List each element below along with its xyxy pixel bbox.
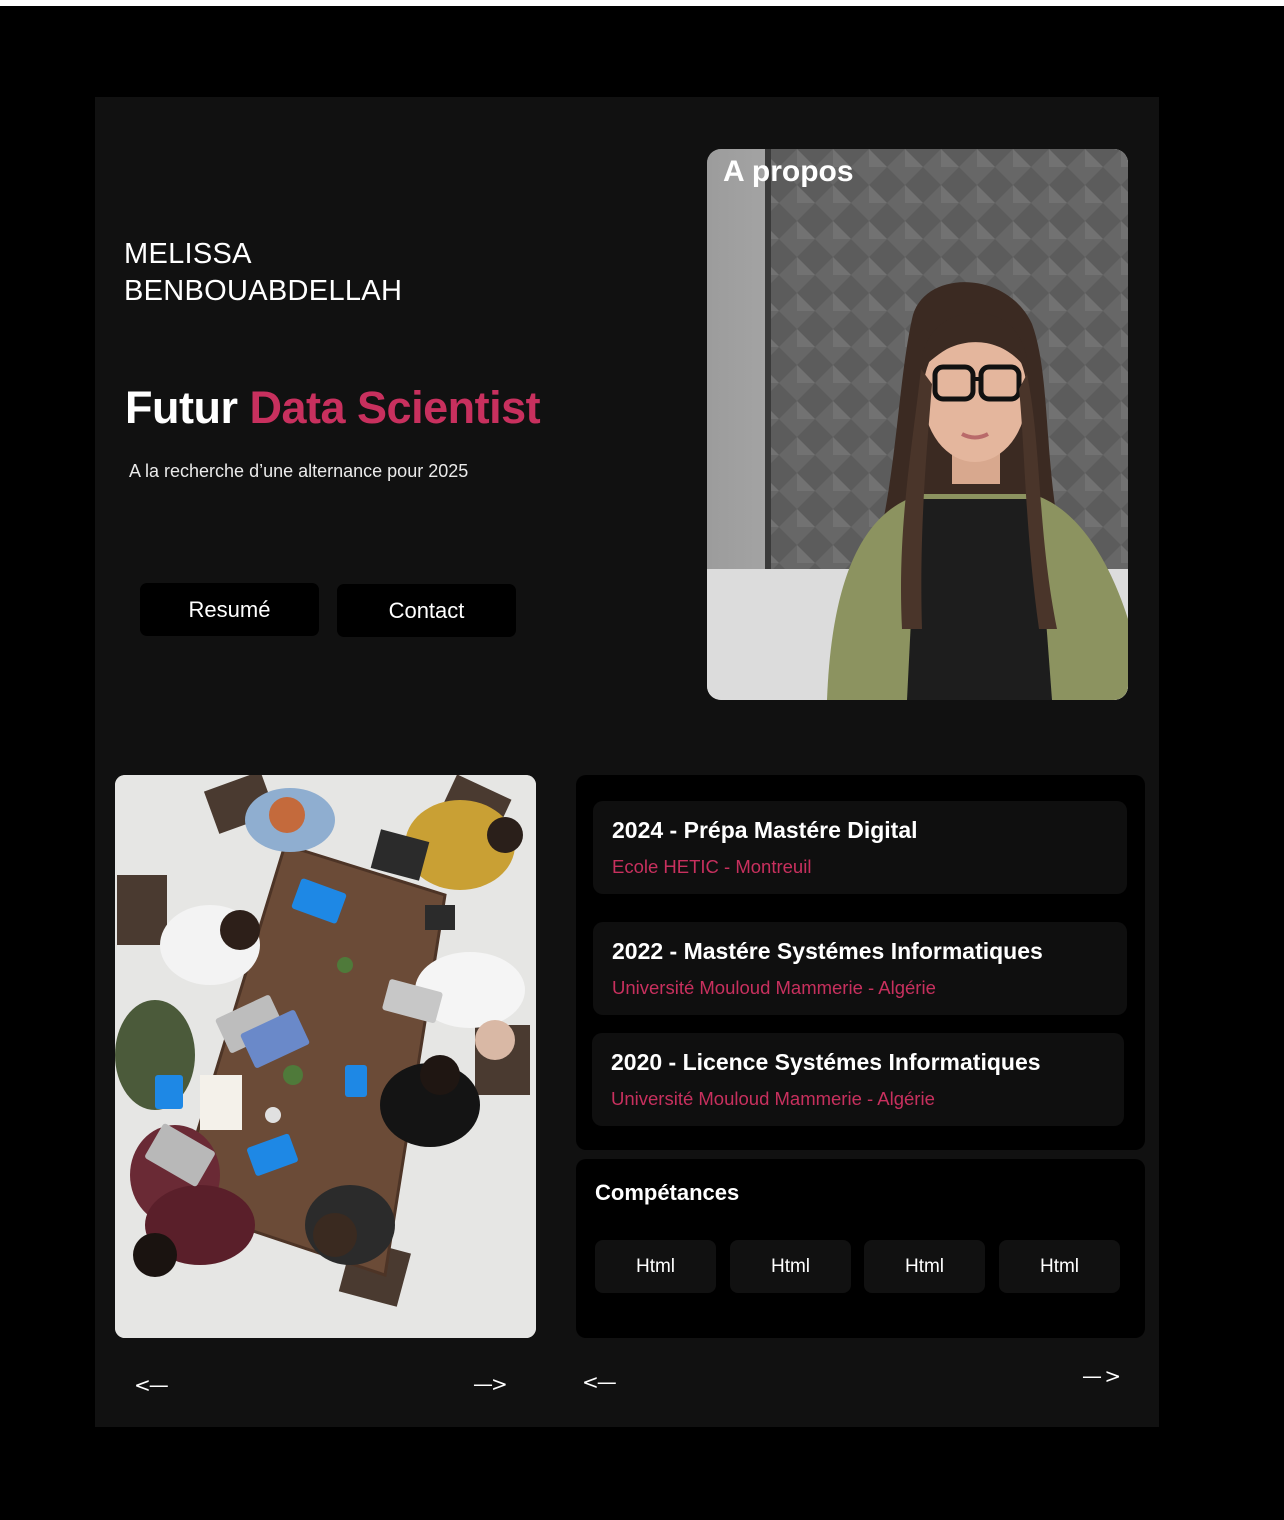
skill-chip[interactable]: Html [864,1240,985,1293]
skill-chip[interactable]: Html [595,1240,716,1293]
resume-button[interactable]: Resumé [140,583,319,636]
person-name: MELISSA BENBOUABDELLAH [124,236,402,310]
name-first: MELISSA [124,238,252,270]
education-panel: 2024 - Prépa Mastére Digital Ecole HETIC… [576,775,1145,1150]
skill-chip[interactable]: Html [999,1240,1120,1293]
headline-accent: Data Scientist [249,382,541,433]
skills-panel: Compétances Html Html Html Html [576,1159,1145,1338]
portrait-photo [707,149,1128,700]
headline-prefix: Futur [125,382,238,433]
education-item[interactable]: 2020 - Licence Systémes Informatiques Un… [592,1033,1124,1126]
skills-next-arrow[interactable]: — > [1082,1364,1121,1388]
education-item[interactable]: 2022 - Mastére Systémes Informatiques Un… [593,922,1127,1015]
education-title: 2020 - Licence Systémes Informatiques [611,1049,1041,1075]
education-title: 2022 - Mastére Systémes Informatiques [612,938,1043,964]
gallery-next-arrow[interactable]: —> [473,1372,508,1396]
skills-prev-arrow[interactable]: <— [582,1370,617,1394]
hero-headline: Futur Data Scientist [125,382,541,434]
gallery-prev-arrow[interactable]: <— [134,1373,169,1397]
education-school: Université Mouloud Mammerie - Algérie [611,1088,935,1109]
contact-button[interactable]: Contact [337,584,516,637]
education-school: Ecole HETIC - Montreuil [612,856,812,877]
name-last: BENBOUABDELLAH [124,275,403,307]
about-title: A propos [723,155,854,188]
team-meeting-photo [115,775,536,1338]
skills-title: Compétances [595,1180,740,1205]
about-card[interactable]: A propos [707,149,1128,700]
top-white-strip [0,0,1284,6]
education-title: 2024 - Prépa Mastére Digital [612,817,918,843]
education-school: Université Mouloud Mammerie - Algérie [612,977,936,998]
skill-chip[interactable]: Html [730,1240,851,1293]
hero-subtitle: A la recherche d’une alternance pour 202… [129,461,469,481]
education-item[interactable]: 2024 - Prépa Mastére Digital Ecole HETIC… [593,801,1127,894]
team-meeting-illustration [115,775,536,1338]
